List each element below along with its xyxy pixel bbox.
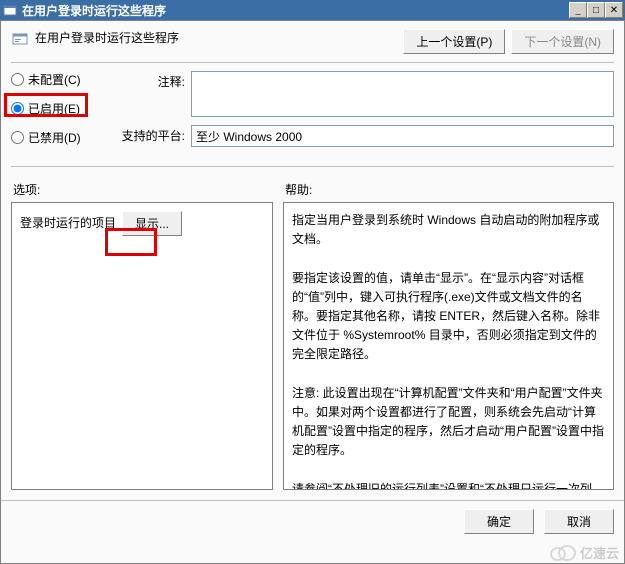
close-button[interactable]: ✕ (605, 2, 623, 18)
divider-2 (11, 166, 614, 167)
prev-setting-button[interactable]: 上一个设置(P) (403, 29, 505, 54)
platform-label: 支持的平台: (121, 125, 191, 144)
options-label: 选项: (13, 181, 285, 198)
help-p1: 指定当用户登录到系统时 Windows 自动启动的附加程序或文档。 (292, 211, 605, 249)
ok-button[interactable]: 确定 (464, 509, 534, 534)
options-panel: 登录时运行的项目 显示... (11, 202, 273, 490)
app-icon (2, 2, 18, 18)
help-p2: 要指定该设置的值，请单击“显示”。在“显示内容”对话框的“值”列中，键入可执行程… (292, 269, 605, 365)
help-p4: 请参阅“不处理旧的运行列表”设置和“不处理只运行一次列表”设置。 (292, 480, 605, 490)
header-title: 在用户登录时运行这些程序 (35, 29, 179, 46)
help-label: 帮助: (285, 181, 312, 198)
policy-icon (11, 29, 29, 47)
divider (11, 62, 614, 63)
radio-disabled-input[interactable] (11, 131, 24, 144)
radio-enabled[interactable]: 已启用(E) (11, 100, 111, 117)
radio-disabled[interactable]: 已禁用(D) (11, 129, 111, 146)
cancel-button[interactable]: 取消 (544, 509, 614, 534)
radio-disabled-label: 已禁用(D) (28, 129, 81, 146)
platform-value: 至少 Windows 2000 (191, 125, 614, 147)
comment-input[interactable] (191, 71, 614, 117)
comment-label: 注释: (121, 71, 191, 90)
minimize-button[interactable]: _ (569, 2, 587, 18)
radio-not-configured-label: 未配置(C) (28, 71, 81, 88)
radio-not-configured[interactable]: 未配置(C) (11, 71, 111, 88)
maximize-button[interactable]: □ (587, 2, 605, 18)
window-title: 在用户登录时运行这些程序 (22, 2, 569, 19)
radio-enabled-input[interactable] (11, 102, 24, 115)
help-p3: 注意: 此设置出现在“计算机配置”文件夹和“用户配置”文件夹中。如果对两个设置都… (292, 384, 605, 461)
radio-enabled-label: 已启用(E) (28, 100, 80, 117)
login-run-items-label: 登录时运行的项目 (20, 214, 116, 233)
next-setting-button[interactable]: 下一个设置(N) (511, 29, 614, 54)
radio-not-configured-input[interactable] (11, 73, 24, 86)
show-button[interactable]: 显示... (122, 211, 182, 236)
help-panel: 指定当用户登录到系统时 Windows 自动启动的附加程序或文档。 要指定该设置… (283, 202, 614, 490)
watermark: 亿速云 (550, 543, 619, 562)
